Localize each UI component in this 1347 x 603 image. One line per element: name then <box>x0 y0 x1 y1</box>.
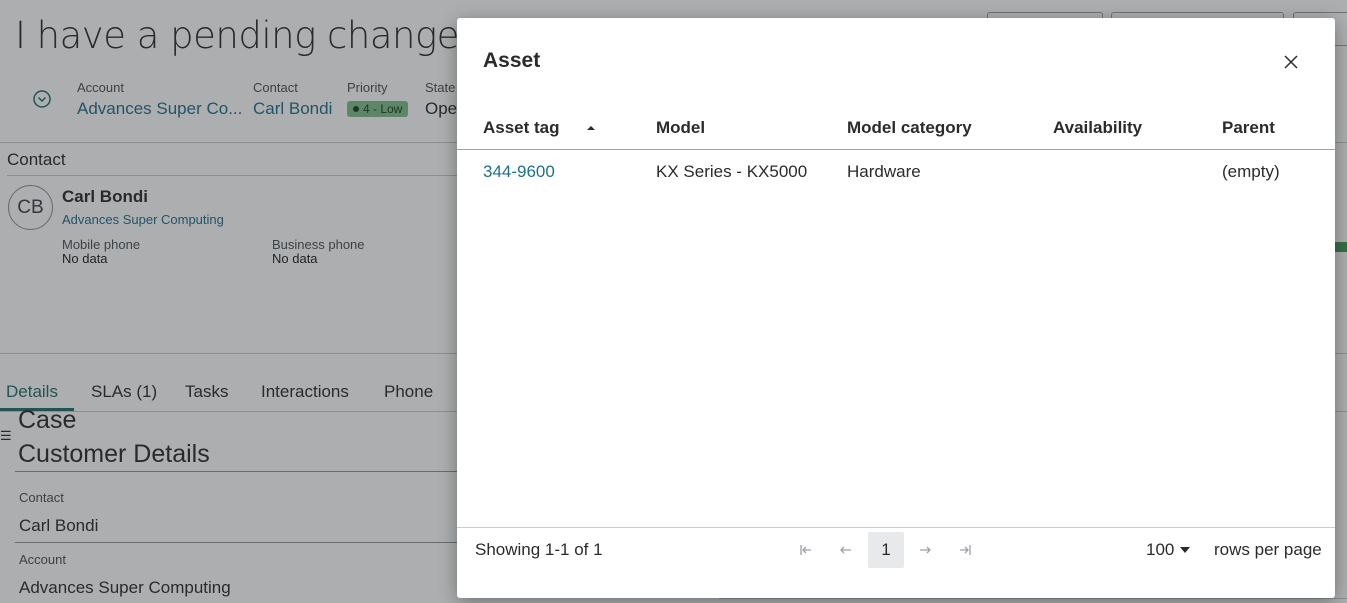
modal-title: Asset <box>483 49 541 72</box>
rows-per-page-select[interactable]: 100 <box>1146 538 1191 562</box>
model-category-cell: Hardware <box>847 162 921 181</box>
previous-page-button[interactable] <box>829 532 863 568</box>
divider <box>457 149 1335 150</box>
divider <box>457 527 1335 528</box>
caret-down-icon <box>1180 547 1191 553</box>
first-page-icon <box>800 545 811 555</box>
column-header-parent[interactable]: Parent <box>1222 118 1275 138</box>
arrow-left-icon <box>840 546 851 554</box>
page-number-button[interactable]: 1 <box>868 532 904 568</box>
asset-tag-link[interactable]: 344-9600 <box>483 162 555 182</box>
last-page-icon <box>960 545 971 555</box>
parent-cell: (empty) <box>1222 162 1280 181</box>
column-header-asset-tag[interactable]: Asset tag <box>483 118 560 138</box>
column-header-model[interactable]: Model <box>656 118 705 138</box>
asset-modal: Asset Asset tag Model Model category Ava… <box>457 18 1335 598</box>
showing-count: Showing 1-1 of 1 <box>475 540 603 559</box>
close-icon <box>1284 55 1298 69</box>
sort-ascending-icon[interactable] <box>586 123 596 133</box>
arrow-right-icon <box>920 546 931 554</box>
column-header-model-category[interactable]: Model category <box>847 118 972 138</box>
model-cell: KX Series - KX5000 <box>656 162 808 181</box>
next-page-button[interactable] <box>908 532 942 568</box>
column-header-availability[interactable]: Availability <box>1053 118 1142 138</box>
last-page-button[interactable] <box>948 532 982 568</box>
first-page-button[interactable] <box>789 532 823 568</box>
close-button[interactable] <box>1280 51 1302 73</box>
rows-per-page-label: rows per page <box>1214 540 1322 559</box>
rows-per-page-value: 100 <box>1146 540 1175 559</box>
